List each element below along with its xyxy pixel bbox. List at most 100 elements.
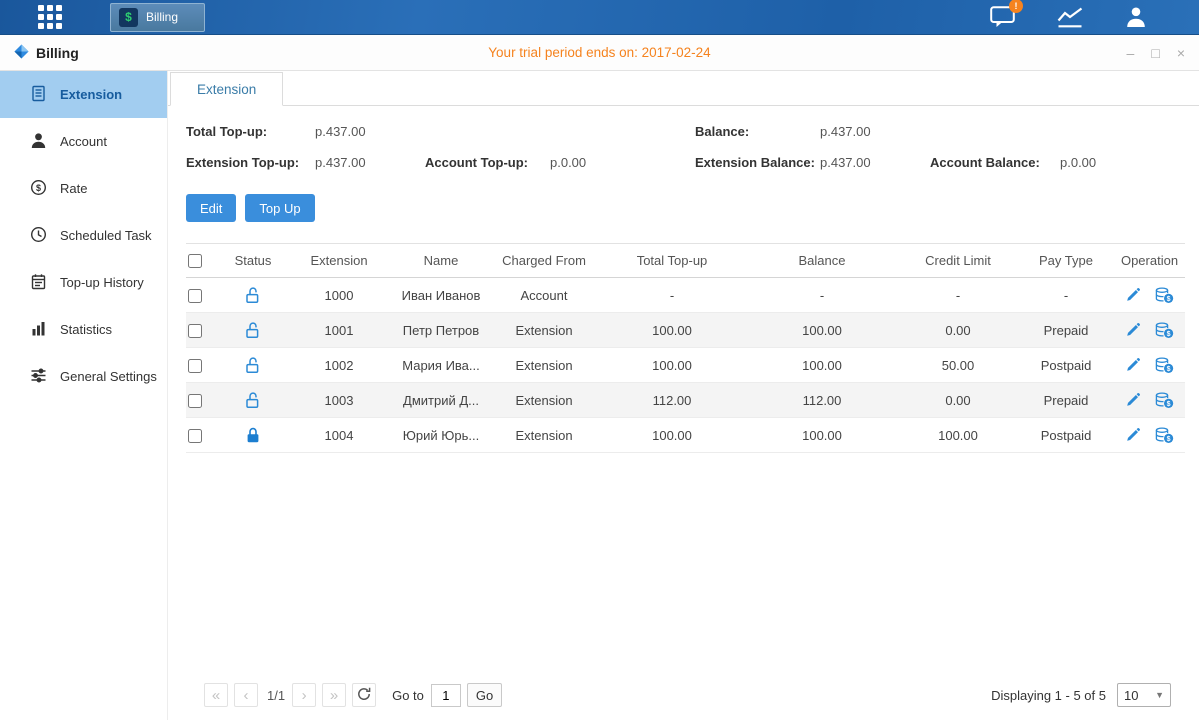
extension-balance-value: p.437.00 xyxy=(820,147,930,178)
edit-icon[interactable] xyxy=(1125,321,1141,338)
topup-icon[interactable]: $ xyxy=(1155,426,1174,443)
column-header-extension: Extension xyxy=(286,244,392,278)
billing-taskbar-tab[interactable]: $ Billing xyxy=(110,3,205,32)
extension-cell: 1004 xyxy=(286,418,392,453)
edit-icon[interactable] xyxy=(1125,426,1141,443)
extension-balance-label: Extension Balance: xyxy=(695,147,820,178)
row-checkbox[interactable] xyxy=(188,429,202,443)
balance-cell: 112.00 xyxy=(746,383,898,418)
svg-text:$: $ xyxy=(1167,296,1171,303)
refresh-button[interactable] xyxy=(352,683,376,707)
select-all-checkbox[interactable] xyxy=(188,254,202,268)
row-checkbox[interactable] xyxy=(188,324,202,338)
close-icon[interactable]: × xyxy=(1177,46,1185,60)
sidebar-item-general-settings[interactable]: General Settings xyxy=(0,353,167,400)
tabstrip: Extension xyxy=(168,71,1199,106)
bar-chart-icon xyxy=(30,320,47,340)
pay-type-cell: Prepaid xyxy=(1018,383,1114,418)
column-header-credit-limit: Credit Limit xyxy=(898,244,1018,278)
sidebar: Extension Account $ Rate Scheduled Task xyxy=(0,71,168,720)
total-topup-label: Total Top-up: xyxy=(186,116,315,147)
dollar-icon: $ xyxy=(119,8,138,27)
goto-label: Go to xyxy=(392,688,424,703)
topup-icon[interactable]: $ xyxy=(1155,286,1174,303)
next-page-button[interactable]: › xyxy=(292,683,316,707)
pay-type-cell: Prepaid xyxy=(1018,313,1114,348)
table-row-1002: 1002Мария Ива...Extension100.00100.0050.… xyxy=(186,348,1185,383)
page-indicator: 1/1 xyxy=(267,688,285,703)
sidebar-item-topup-history[interactable]: Top-up History xyxy=(0,259,167,306)
apps-grid-icon[interactable] xyxy=(38,5,62,29)
prev-page-button[interactable]: ‹ xyxy=(234,683,258,707)
credit-limit-cell: 100.00 xyxy=(898,418,1018,453)
top-up-button[interactable]: Top Up xyxy=(245,194,314,222)
total-topup-cell: 100.00 xyxy=(598,313,746,348)
first-page-button[interactable]: « xyxy=(204,683,228,707)
user-icon[interactable] xyxy=(1125,6,1147,28)
sidebar-item-rate[interactable]: $ Rate xyxy=(0,165,167,212)
pagination-bar: « ‹ 1/1 › » Go to Go Displaying 1 - 5 of… xyxy=(186,683,1185,720)
row-checkbox[interactable] xyxy=(188,359,202,373)
row-checkbox[interactable] xyxy=(188,394,202,408)
row-checkbox[interactable] xyxy=(188,289,202,303)
minimize-icon[interactable]: – xyxy=(1127,46,1135,60)
sidebar-item-label: Statistics xyxy=(60,322,112,337)
extension-cell: 1001 xyxy=(286,313,392,348)
column-header-status: Status xyxy=(220,244,286,278)
charged-from-cell: Account xyxy=(490,278,598,313)
topup-icon[interactable]: $ xyxy=(1155,391,1174,408)
topbar-right: ! xyxy=(990,6,1199,28)
table-row-1001: 1001Петр ПетровExtension100.00100.000.00… xyxy=(186,313,1185,348)
topup-icon[interactable]: $ xyxy=(1155,321,1174,338)
chat-icon[interactable]: ! xyxy=(990,6,1015,28)
sidebar-item-account[interactable]: Account xyxy=(0,118,167,165)
sidebar-item-statistics[interactable]: Statistics xyxy=(0,306,167,353)
charged-from-cell: Extension xyxy=(490,348,598,383)
table-row-1000: 1000Иван ИвановAccount----$ xyxy=(186,278,1185,313)
extension-topup-label: Extension Top-up: xyxy=(186,147,315,178)
column-header-total-top-up: Total Top-up xyxy=(598,244,746,278)
sidebar-item-label: Account xyxy=(60,134,107,149)
page-size-select[interactable]: 10 ▼ xyxy=(1117,683,1171,707)
charged-from-cell: Extension xyxy=(490,383,598,418)
sidebar-item-scheduled-task[interactable]: Scheduled Task xyxy=(0,212,167,259)
column-header-pay-type: Pay Type xyxy=(1018,244,1114,278)
first-page-icon: « xyxy=(212,688,220,703)
total-topup-value: p.437.00 xyxy=(315,116,425,147)
chart-icon[interactable] xyxy=(1057,7,1083,28)
balance-summary: Total Top-up: p.437.00 Balance: p.437.00… xyxy=(186,116,1185,178)
edit-icon[interactable] xyxy=(1125,356,1141,373)
name-cell: Юрий Юрь... xyxy=(392,418,490,453)
sidebar-item-label: General Settings xyxy=(60,369,157,384)
name-cell: Мария Ива... xyxy=(392,348,490,383)
go-button[interactable]: Go xyxy=(467,683,502,707)
total-topup-cell: - xyxy=(598,278,746,313)
sidebar-item-label: Scheduled Task xyxy=(60,228,152,243)
goto-page-input[interactable] xyxy=(431,684,461,707)
table-body: 1000Иван ИвановAccount----$1001Петр Петр… xyxy=(186,278,1185,453)
tab-extension[interactable]: Extension xyxy=(170,72,283,106)
edit-button[interactable]: Edit xyxy=(186,194,236,222)
total-topup-cell: 100.00 xyxy=(598,348,746,383)
balance-value: p.437.00 xyxy=(820,116,930,147)
last-page-button[interactable]: » xyxy=(322,683,346,707)
edit-icon[interactable] xyxy=(1125,391,1141,408)
lock-open-icon xyxy=(245,321,261,336)
edit-icon[interactable] xyxy=(1125,286,1141,303)
charged-from-cell: Extension xyxy=(490,418,598,453)
column-header-balance: Balance xyxy=(746,244,898,278)
extension-topup-value: p.437.00 xyxy=(315,147,425,178)
sidebar-item-extension[interactable]: Extension xyxy=(0,71,167,118)
credit-limit-cell: 0.00 xyxy=(898,313,1018,348)
sidebar-item-label: Rate xyxy=(60,181,87,196)
chevron-down-icon: ▼ xyxy=(1155,690,1164,700)
topup-icon[interactable]: $ xyxy=(1155,356,1174,373)
total-topup-cell: 100.00 xyxy=(598,418,746,453)
balance-label: Balance: xyxy=(695,116,820,147)
clock-icon xyxy=(30,226,47,246)
page-title: Billing xyxy=(36,45,79,61)
sidebar-item-label: Extension xyxy=(60,87,122,102)
sidebar-item-label: Top-up History xyxy=(60,275,144,290)
maximize-icon[interactable]: □ xyxy=(1151,46,1159,60)
table-row-1003: 1003Дмитрий Д...Extension112.00112.000.0… xyxy=(186,383,1185,418)
